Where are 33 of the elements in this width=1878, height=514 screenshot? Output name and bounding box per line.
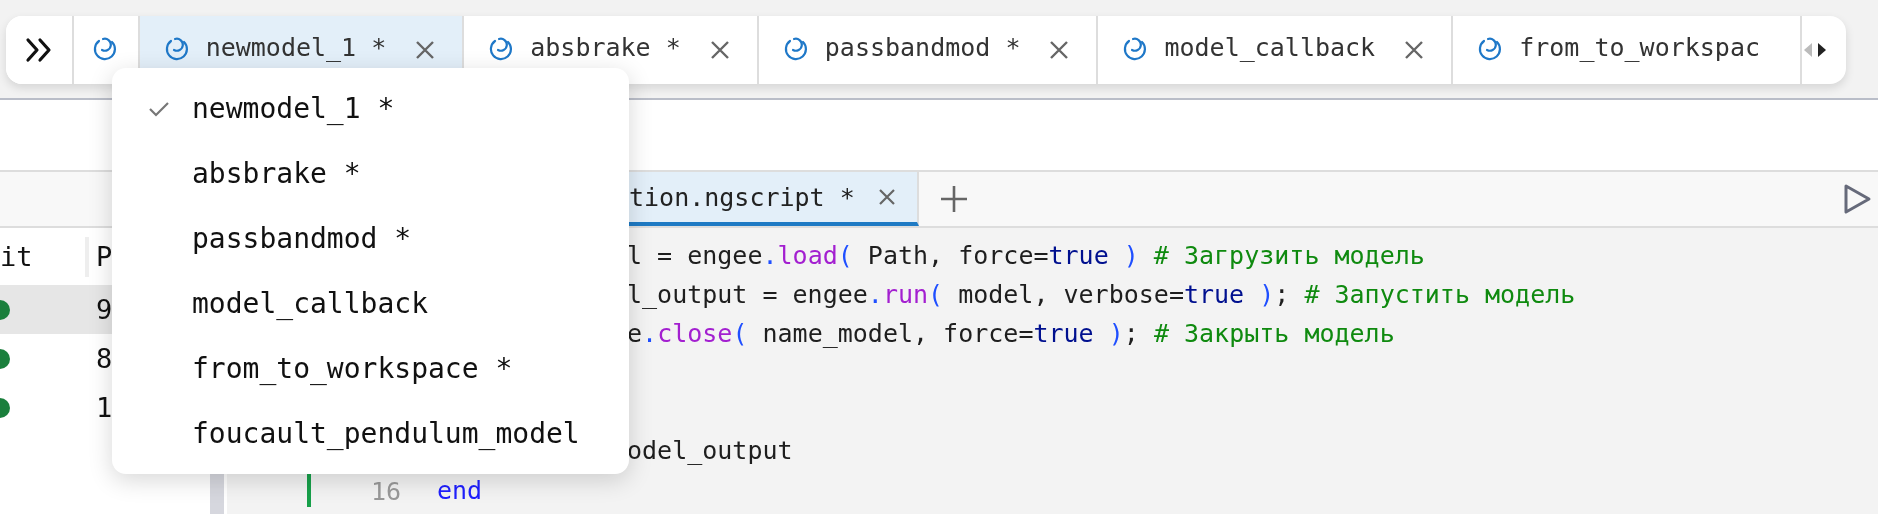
add-tab-icon[interactable]: [938, 184, 969, 214]
tab-label: from_to_workspac: [1519, 34, 1760, 62]
close-icon[interactable]: [1403, 39, 1426, 61]
script-tab[interactable]: tion.ngscript *: [629, 172, 919, 226]
close-icon[interactable]: [708, 39, 731, 61]
code-line: odel_output: [627, 436, 793, 465]
tab-label: model_callback: [1164, 34, 1376, 62]
table-cell: 1: [96, 392, 113, 423]
scroll-right-icon[interactable]: [1816, 41, 1828, 59]
run-icon[interactable]: [1842, 182, 1872, 216]
close-icon[interactable]: [876, 187, 897, 207]
code-line: e.close( name_model, force=true ); # Закрыть модель: [627, 319, 1395, 348]
column-header: it: [0, 241, 34, 272]
code-line: end: [437, 476, 483, 506]
model-tab[interactable]: model_callback: [1098, 16, 1454, 84]
menu-item[interactable]: passbandmod *: [112, 206, 629, 271]
tab-label: passbandmod *: [824, 34, 1021, 62]
close-icon[interactable]: [414, 39, 437, 61]
model-tab[interactable]: from_to_workspac: [1453, 16, 1802, 84]
table-cell: 8: [96, 343, 113, 374]
model-tab[interactable]: passbandmod *: [758, 16, 1099, 84]
code-line: l_output = engee.run( model, verbose=true ); # Запустить модель: [627, 280, 1576, 309]
close-icon[interactable]: [1048, 39, 1071, 61]
more-tabs-button[interactable]: [6, 16, 74, 84]
menu-item[interactable]: from_to_workspace *: [112, 336, 629, 401]
tab-label: newmodel_1 *: [205, 34, 387, 62]
code-line: l = engee.load( Path, force=true ) # Загрузить модель: [627, 241, 1425, 270]
tab-label: absbrake *: [530, 34, 681, 62]
line-number: 16: [370, 476, 401, 507]
menu-item[interactable]: absbrake *: [112, 141, 629, 206]
table-cell: 9: [96, 294, 113, 325]
menu-item[interactable]: foucault_pendulum_model: [112, 401, 629, 466]
column-header: P: [96, 241, 113, 272]
